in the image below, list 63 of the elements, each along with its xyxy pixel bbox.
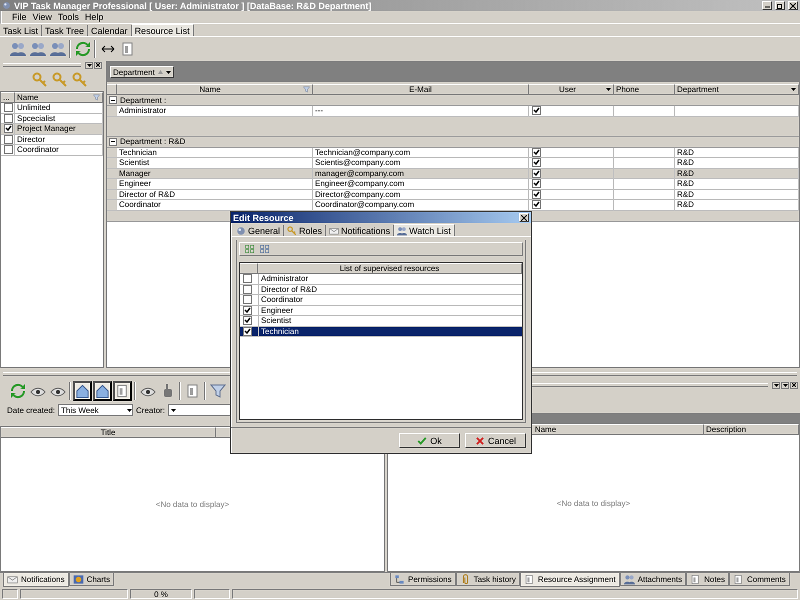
tab[interactable]: Task Tree <box>42 25 88 36</box>
window-title: VIP Task Manager Professional [ User: Administrator ] [DataBase: R&D Department] <box>14 0 372 10</box>
tab[interactable]: Notifications <box>3 573 69 587</box>
header-label: ... <box>3 93 11 102</box>
header-cell[interactable]: List of supervised resources <box>258 263 522 274</box>
tab[interactable]: Notifications <box>326 225 394 236</box>
header-label: Title <box>100 428 116 437</box>
tab[interactable]: Notes <box>686 573 730 586</box>
tab[interactable]: Roles <box>284 225 326 236</box>
menu-item[interactable]: Help <box>82 12 106 22</box>
group-label: Department : <box>120 96 166 104</box>
header-label: Name <box>534 425 558 434</box>
menu-item[interactable]: File <box>10 12 29 22</box>
header-label: User <box>558 85 577 94</box>
header-cell[interactable]: Name <box>117 84 313 95</box>
header-label: Phone <box>616 85 640 94</box>
tab[interactable]: Permissions <box>390 573 456 586</box>
table-cell: --- <box>313 106 529 116</box>
tab[interactable]: Task List <box>0 25 42 36</box>
table-row[interactable]: Scientist Scientis@company.com R&D <box>107 158 799 168</box>
tab[interactable]: Calendar <box>88 25 132 36</box>
field-label: Creator: <box>136 406 165 414</box>
header-cell[interactable]: ... <box>1 92 15 103</box>
header-label: Name <box>17 93 40 102</box>
header-label: Name <box>198 85 222 94</box>
header-label: E-Mail <box>408 85 433 94</box>
table-row[interactable]: Director of R&D Director@company.com R&D <box>107 190 799 200</box>
table-row[interactable]: Manager manager@company.com R&D <box>107 168 799 179</box>
group-label: Department : R&D <box>120 137 186 146</box>
table-cell: R&D <box>675 200 799 210</box>
header-cell[interactable]: Description <box>704 424 799 435</box>
header-cell[interactable]: Name <box>15 92 103 103</box>
table-row[interactable]: Engineer Engineer@company.com R&D <box>107 179 799 190</box>
tab[interactable]: Task history <box>456 573 520 586</box>
empty-message: <No data to display> <box>156 500 230 509</box>
dialog-title: Edit Resource <box>233 212 295 222</box>
tab[interactable]: Resource Assignment <box>520 573 620 587</box>
menu-item[interactable]: View <box>30 12 54 22</box>
header-cell[interactable]: Phone <box>614 84 675 95</box>
ok-button[interactable]: Ok <box>399 433 460 448</box>
cancel-button[interactable]: Cancel <box>465 433 526 448</box>
header-label: List of supervised resources <box>338 264 440 273</box>
tab[interactable]: Charts <box>68 573 114 586</box>
tab[interactable]: Resource List <box>132 24 194 36</box>
group-button[interactable]: Department <box>110 66 174 78</box>
field-label: Date created: <box>7 406 56 414</box>
progress-text: 0 % <box>130 589 192 599</box>
header-cell[interactable]: User <box>529 84 614 95</box>
header-cell[interactable]: Department <box>675 84 799 95</box>
table-row[interactable]: Coordinator Coordinator@company.com R&D <box>107 200 799 210</box>
table-row[interactable]: Administrator --- <box>107 106 799 116</box>
date-dropdown[interactable]: This Week <box>58 404 134 416</box>
tab[interactable]: Watch List <box>394 224 455 236</box>
header-cell[interactable]: E-Mail <box>313 84 529 95</box>
table-row[interactable]: Technician Technician@company.com R&D <box>107 148 799 158</box>
tab[interactable]: Comments <box>729 573 790 586</box>
header-label: Department <box>677 85 720 94</box>
header-label: Description <box>706 425 748 434</box>
menu-item[interactable]: Tools <box>56 12 81 22</box>
header-cell[interactable]: Title <box>1 427 216 438</box>
tab[interactable]: Attachments <box>620 573 686 586</box>
table-cell: Administrator <box>117 106 313 116</box>
empty-message: <No data to display> <box>556 498 630 508</box>
